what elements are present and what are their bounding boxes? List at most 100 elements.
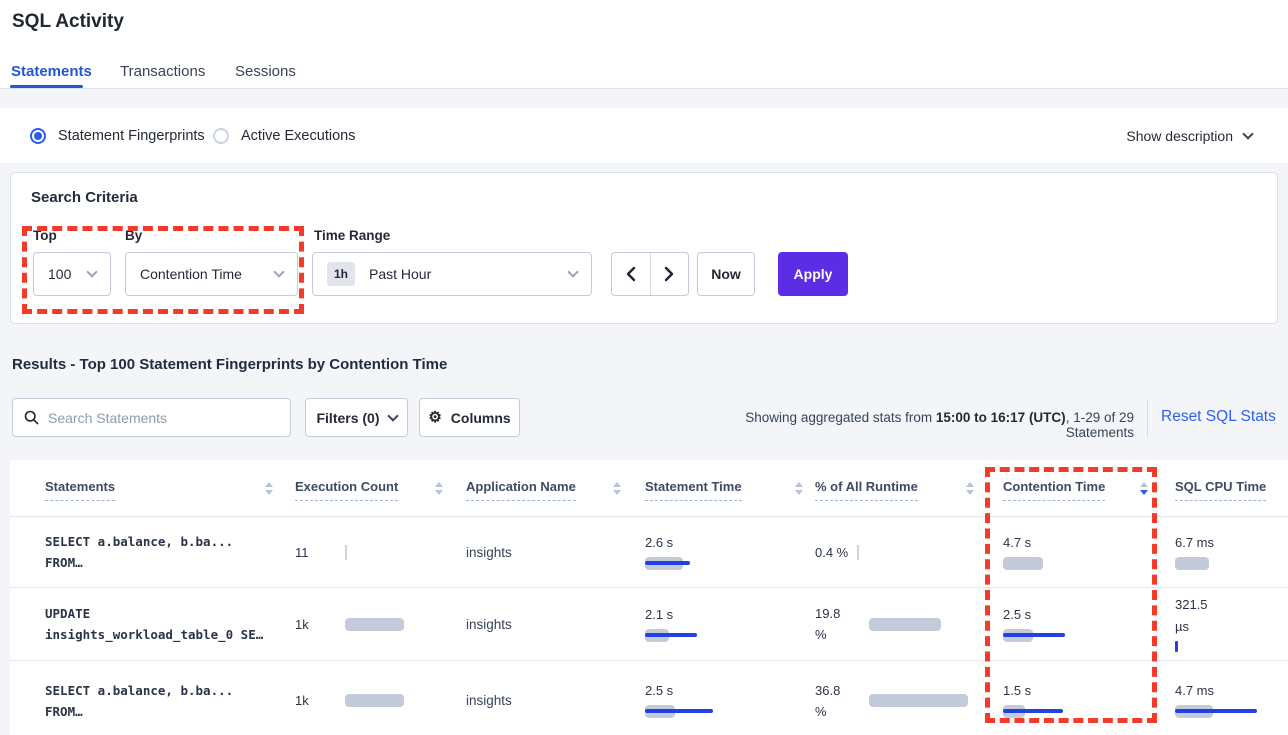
stat-bar [645,629,673,642]
header-statements[interactable]: Statements [45,479,273,501]
contention-time-cell: 1.5 s [1003,683,1031,718]
stats-time-range: 15:00 to 16:17 (UTC) [936,410,1066,425]
zero-bar-tick [857,545,859,560]
statements-table: Statements Execution Count Application N… [10,460,1288,735]
chevron-down-icon [387,410,398,421]
sort-icon [265,482,273,495]
chevron-down-icon [567,266,578,277]
gear-icon: ⚙ [428,410,441,425]
top-select-value: 100 [48,266,88,282]
radio-active-executions[interactable]: Active Executions [213,108,355,163]
radio-selected-icon [30,128,46,144]
header-percent-of-all-runtime[interactable]: % of All Runtime [815,479,974,501]
contention-time-cell: 2.5 s [1003,607,1033,642]
sql-activity-page: SQL Activity Statements Transactions Ses… [0,0,1288,735]
stat-bar [869,694,968,707]
radio-label: Active Executions [241,128,355,144]
percent-runtime-cell: 0.4 % [815,517,974,587]
statement-fingerprint-link[interactable]: UPDATE insights_workload_table_0 SE… [45,603,263,645]
stat-bar [1003,629,1033,642]
view-mode-bar: Statement Fingerprints Active Executions… [0,108,1288,163]
statement-fingerprint-link[interactable]: SELECT a.balance, b.ba... FROM… [45,531,233,573]
stat-bar [645,705,675,718]
columns-button[interactable]: ⚙ Columns [419,398,520,437]
active-tab-underline [10,85,83,88]
contention-time-cell: 4.7 s [1003,535,1043,570]
sort-icon [435,482,443,495]
stats-suffix: , 1-29 of 29 Statements [1066,410,1134,440]
statement-fingerprint-link[interactable]: SELECT a.balance, b.ba... FROM… [45,680,233,722]
execution-count-cell: 1k [295,588,443,660]
tab-statements[interactable]: Statements [11,63,92,80]
top-select[interactable]: 100 [33,252,111,296]
apply-button[interactable]: Apply [778,252,848,296]
stats-prefix: Showing aggregated stats from [745,410,936,425]
tiny-bar-tick [1175,641,1178,652]
search-icon [24,410,39,425]
sort-desc-icon [1140,482,1148,495]
statement-time-cell: 2.5 s [645,683,675,718]
stat-bar [345,694,404,707]
reset-sql-stats-link[interactable]: Reset SQL Stats [1161,408,1276,426]
radio-statement-fingerprints[interactable]: Statement Fingerprints [30,108,205,163]
chevron-right-icon [664,266,674,282]
chevron-down-icon [86,266,97,277]
application-name: insights [466,617,512,632]
sort-icon [795,482,803,495]
stat-bar [869,618,941,631]
statement-time-cell: 2.6 s [645,535,683,570]
table-row: SELECT a.balance, b.ba... FROM… 11 insig… [10,517,1288,588]
by-select[interactable]: Contention Time [125,252,298,296]
header-sql-cpu-time[interactable]: SQL CPU Time [1175,479,1288,501]
header-application-name[interactable]: Application Name [466,479,621,501]
sql-cpu-time-cell: 4.7 ms [1175,683,1214,718]
sort-icon [613,482,621,495]
search-criteria-heading: Search Criteria [31,189,138,206]
next-time-button[interactable] [651,253,689,295]
sort-icon [966,482,974,495]
previous-time-button[interactable] [612,253,651,295]
filters-button[interactable]: Filters (0) [305,398,408,437]
stat-bar [1003,705,1031,718]
by-label: By [125,228,142,243]
search-criteria-panel: Search Criteria Top By Time Range 100 Co… [10,172,1278,324]
stat-bar [1003,557,1043,570]
header-execution-count[interactable]: Execution Count [295,479,443,501]
stat-bar [1175,705,1214,718]
tab-transactions[interactable]: Transactions [120,63,205,80]
show-description-toggle[interactable]: Show description [1126,108,1252,163]
execution-count-cell: 11 [295,517,443,587]
results-heading: Results - Top 100 Statement Fingerprints… [12,356,447,373]
time-range-badge: 1h [327,262,355,286]
search-statements-input[interactable] [48,410,279,426]
table-row: UPDATE insights_workload_table_0 SE… 1k … [10,588,1288,661]
time-range-select[interactable]: 1h Past Hour [312,252,592,296]
application-name: insights [466,693,512,708]
application-name: insights [466,545,512,560]
aggregated-stats-text: Showing aggregated stats from 15:00 to 1… [692,410,1134,440]
zero-bar-tick [345,545,347,560]
percent-runtime-cell: 36.8 % [815,661,974,735]
stat-bar [1175,557,1214,570]
top-label: Top [33,228,57,243]
filters-label: Filters (0) [316,410,379,426]
sql-cpu-time-cell: 6.7 ms [1175,535,1214,570]
tab-sessions[interactable]: Sessions [235,63,296,80]
columns-label: Columns [451,410,511,426]
statement-time-cell: 2.1 s [645,607,673,642]
chevron-down-icon [1242,128,1253,139]
percent-runtime-cell: 19.8 % [815,588,974,660]
header-contention-time[interactable]: Contention Time [1003,479,1148,501]
search-statements-box [12,398,291,437]
table-row: SELECT a.balance, b.ba... FROM… 1k insig… [10,661,1288,735]
execution-count-cell: 1k [295,661,443,735]
header-statement-time[interactable]: Statement Time [645,479,803,501]
time-range-value: Past Hour [369,266,569,282]
by-select-value: Contention Time [140,266,275,282]
chevron-down-icon [273,266,284,277]
time-range-label: Time Range [314,228,390,243]
page-title: SQL Activity [12,11,124,33]
sql-cpu-time-cell: 321.5 µs [1175,597,1208,652]
now-button[interactable]: Now [697,252,755,296]
show-description-label: Show description [1126,128,1233,144]
